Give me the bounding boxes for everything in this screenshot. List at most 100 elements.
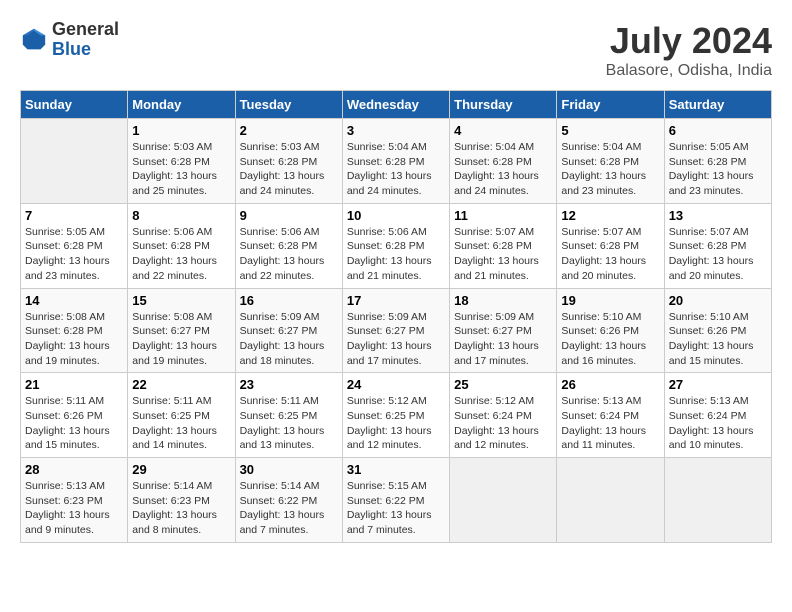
day-number: 23 (240, 377, 338, 392)
calendar-cell: 16 Sunrise: 5:09 AM Sunset: 6:27 PM Dayli… (235, 288, 342, 373)
calendar-cell: 31 Sunrise: 5:15 AM Sunset: 6:22 PM Dayli… (342, 458, 449, 543)
logo-blue: Blue (52, 40, 119, 60)
day-number: 30 (240, 462, 338, 477)
day-number: 5 (561, 123, 659, 138)
day-info: Sunrise: 5:06 AM Sunset: 6:28 PM Dayligh… (240, 225, 338, 284)
calendar-cell: 13Sunrise: 5:07 AM Sunset: 6:28 PM Dayli… (664, 203, 771, 288)
calendar-cell: 26 Sunrise: 5:13 AM Sunset: 6:24 PM Dayli… (557, 373, 664, 458)
calendar-table: SundayMondayTuesdayWednesdayThursdayFrid… (20, 90, 772, 543)
calendar-cell: 18Sunrise: 5:09 AM Sunset: 6:27 PM Dayli… (450, 288, 557, 373)
calendar-cell: 30 Sunrise: 5:14 AM Sunset: 6:22 PM Dayli… (235, 458, 342, 543)
day-number: 8 (132, 208, 230, 223)
day-number: 2 (240, 123, 338, 138)
day-number: 12 (561, 208, 659, 223)
calendar-week-row: 1 Sunrise: 5:03 AM Sunset: 6:28 PM Daylig… (21, 119, 772, 204)
day-info: Sunrise: 5:03 AM Sunset: 6:28 PM Dayligh… (240, 140, 338, 199)
header-monday: Monday (128, 91, 235, 119)
title-area: July 2024 Balasore, Odisha, India (606, 20, 772, 80)
day-number: 4 (454, 123, 552, 138)
calendar-cell (21, 119, 128, 204)
calendar-cell: 9Sunrise: 5:06 AM Sunset: 6:28 PM Daylig… (235, 203, 342, 288)
day-number: 6 (669, 123, 767, 138)
logo-icon (20, 26, 48, 54)
calendar-cell: 5 Sunrise: 5:04 AM Sunset: 6:28 PM Daylig… (557, 119, 664, 204)
day-number: 28 (25, 462, 123, 477)
header-tuesday: Tuesday (235, 91, 342, 119)
calendar-week-row: 14 Sunrise: 5:08 AM Sunset: 6:28 PM Dayli… (21, 288, 772, 373)
day-info: Sunrise: 5:11 AM Sunset: 6:26 PM Dayligh… (25, 394, 123, 453)
calendar-week-row: 28 Sunrise: 5:13 AM Sunset: 6:23 PM Dayli… (21, 458, 772, 543)
day-info: Sunrise: 5:04 AM Sunset: 6:28 PM Dayligh… (347, 140, 445, 199)
day-info: Sunrise: 5:15 AM Sunset: 6:22 PM Dayligh… (347, 479, 445, 538)
day-info: Sunrise: 5:13 AM Sunset: 6:24 PM Dayligh… (561, 394, 659, 453)
day-info: Sunrise: 5:07 AM Sunset: 6:28 PM Dayligh… (454, 225, 552, 284)
calendar-cell: 12 Sunrise: 5:07 AM Sunset: 6:28 PM Dayli… (557, 203, 664, 288)
day-info: Sunrise: 5:06 AM Sunset: 6:28 PM Dayligh… (347, 225, 445, 284)
day-number: 14 (25, 293, 123, 308)
day-info: Sunrise: 5:11 AM Sunset: 6:25 PM Dayligh… (240, 394, 338, 453)
day-info: Sunrise: 5:09 AM Sunset: 6:27 PM Dayligh… (240, 310, 338, 369)
day-info: Sunrise: 5:12 AM Sunset: 6:24 PM Dayligh… (454, 394, 552, 453)
day-number: 19 (561, 293, 659, 308)
day-number: 13 (669, 208, 767, 223)
calendar-cell: 23 Sunrise: 5:11 AM Sunset: 6:25 PM Dayli… (235, 373, 342, 458)
calendar-cell: 25Sunrise: 5:12 AM Sunset: 6:24 PM Dayli… (450, 373, 557, 458)
day-number: 24 (347, 377, 445, 392)
calendar-cell (557, 458, 664, 543)
day-info: Sunrise: 5:07 AM Sunset: 6:28 PM Dayligh… (561, 225, 659, 284)
calendar-cell: 2 Sunrise: 5:03 AM Sunset: 6:28 PM Daylig… (235, 119, 342, 204)
calendar-cell: 10 Sunrise: 5:06 AM Sunset: 6:28 PM Dayli… (342, 203, 449, 288)
day-number: 11 (454, 208, 552, 223)
calendar-cell: 4 Sunrise: 5:04 AM Sunset: 6:28 PM Daylig… (450, 119, 557, 204)
day-number: 10 (347, 208, 445, 223)
calendar-cell: 19Sunrise: 5:10 AM Sunset: 6:26 PM Dayli… (557, 288, 664, 373)
calendar-cell (450, 458, 557, 543)
header-friday: Friday (557, 91, 664, 119)
day-info: Sunrise: 5:05 AM Sunset: 6:28 PM Dayligh… (669, 140, 767, 199)
day-number: 3 (347, 123, 445, 138)
day-info: Sunrise: 5:13 AM Sunset: 6:23 PM Dayligh… (25, 479, 123, 538)
day-info: Sunrise: 5:13 AM Sunset: 6:24 PM Dayligh… (669, 394, 767, 453)
day-number: 16 (240, 293, 338, 308)
day-number: 15 (132, 293, 230, 308)
calendar-cell: 8 Sunrise: 5:06 AM Sunset: 6:28 PM Daylig… (128, 203, 235, 288)
header: General Blue July 2024 Balasore, Odisha,… (20, 20, 772, 80)
day-number: 20 (669, 293, 767, 308)
day-info: Sunrise: 5:10 AM Sunset: 6:26 PM Dayligh… (669, 310, 767, 369)
day-number: 21 (25, 377, 123, 392)
header-wednesday: Wednesday (342, 91, 449, 119)
day-info: Sunrise: 5:14 AM Sunset: 6:22 PM Dayligh… (240, 479, 338, 538)
day-info: Sunrise: 5:09 AM Sunset: 6:27 PM Dayligh… (454, 310, 552, 369)
day-info: Sunrise: 5:14 AM Sunset: 6:23 PM Dayligh… (132, 479, 230, 538)
calendar-cell: 14 Sunrise: 5:08 AM Sunset: 6:28 PM Dayli… (21, 288, 128, 373)
calendar-cell: 3 Sunrise: 5:04 AM Sunset: 6:28 PM Daylig… (342, 119, 449, 204)
month-year-title: July 2024 (606, 20, 772, 62)
calendar-cell: 28 Sunrise: 5:13 AM Sunset: 6:23 PM Dayli… (21, 458, 128, 543)
calendar-cell: 7 Sunrise: 5:05 AM Sunset: 6:28 PM Daylig… (21, 203, 128, 288)
day-number: 31 (347, 462, 445, 477)
day-number: 29 (132, 462, 230, 477)
day-info: Sunrise: 5:12 AM Sunset: 6:25 PM Dayligh… (347, 394, 445, 453)
calendar-cell: 27Sunrise: 5:13 AM Sunset: 6:24 PM Dayli… (664, 373, 771, 458)
day-info: Sunrise: 5:09 AM Sunset: 6:27 PM Dayligh… (347, 310, 445, 369)
location-subtitle: Balasore, Odisha, India (606, 62, 772, 80)
day-number: 26 (561, 377, 659, 392)
calendar-week-row: 21 Sunrise: 5:11 AM Sunset: 6:26 PM Dayli… (21, 373, 772, 458)
day-number: 17 (347, 293, 445, 308)
day-info: Sunrise: 5:05 AM Sunset: 6:28 PM Dayligh… (25, 225, 123, 284)
day-info: Sunrise: 5:04 AM Sunset: 6:28 PM Dayligh… (454, 140, 552, 199)
calendar-cell (664, 458, 771, 543)
header-sunday: Sunday (21, 91, 128, 119)
calendar-cell: 20 Sunrise: 5:10 AM Sunset: 6:26 PM Dayli… (664, 288, 771, 373)
calendar-cell: 22Sunrise: 5:11 AM Sunset: 6:25 PM Dayli… (128, 373, 235, 458)
day-info: Sunrise: 5:08 AM Sunset: 6:28 PM Dayligh… (25, 310, 123, 369)
day-number: 1 (132, 123, 230, 138)
calendar-cell: 17 Sunrise: 5:09 AM Sunset: 6:27 PM Dayli… (342, 288, 449, 373)
day-info: Sunrise: 5:03 AM Sunset: 6:28 PM Dayligh… (132, 140, 230, 199)
day-number: 7 (25, 208, 123, 223)
calendar-cell: 1 Sunrise: 5:03 AM Sunset: 6:28 PM Daylig… (128, 119, 235, 204)
calendar-week-row: 7 Sunrise: 5:05 AM Sunset: 6:28 PM Daylig… (21, 203, 772, 288)
day-info: Sunrise: 5:04 AM Sunset: 6:28 PM Dayligh… (561, 140, 659, 199)
logo: General Blue (20, 20, 119, 60)
day-info: Sunrise: 5:06 AM Sunset: 6:28 PM Dayligh… (132, 225, 230, 284)
